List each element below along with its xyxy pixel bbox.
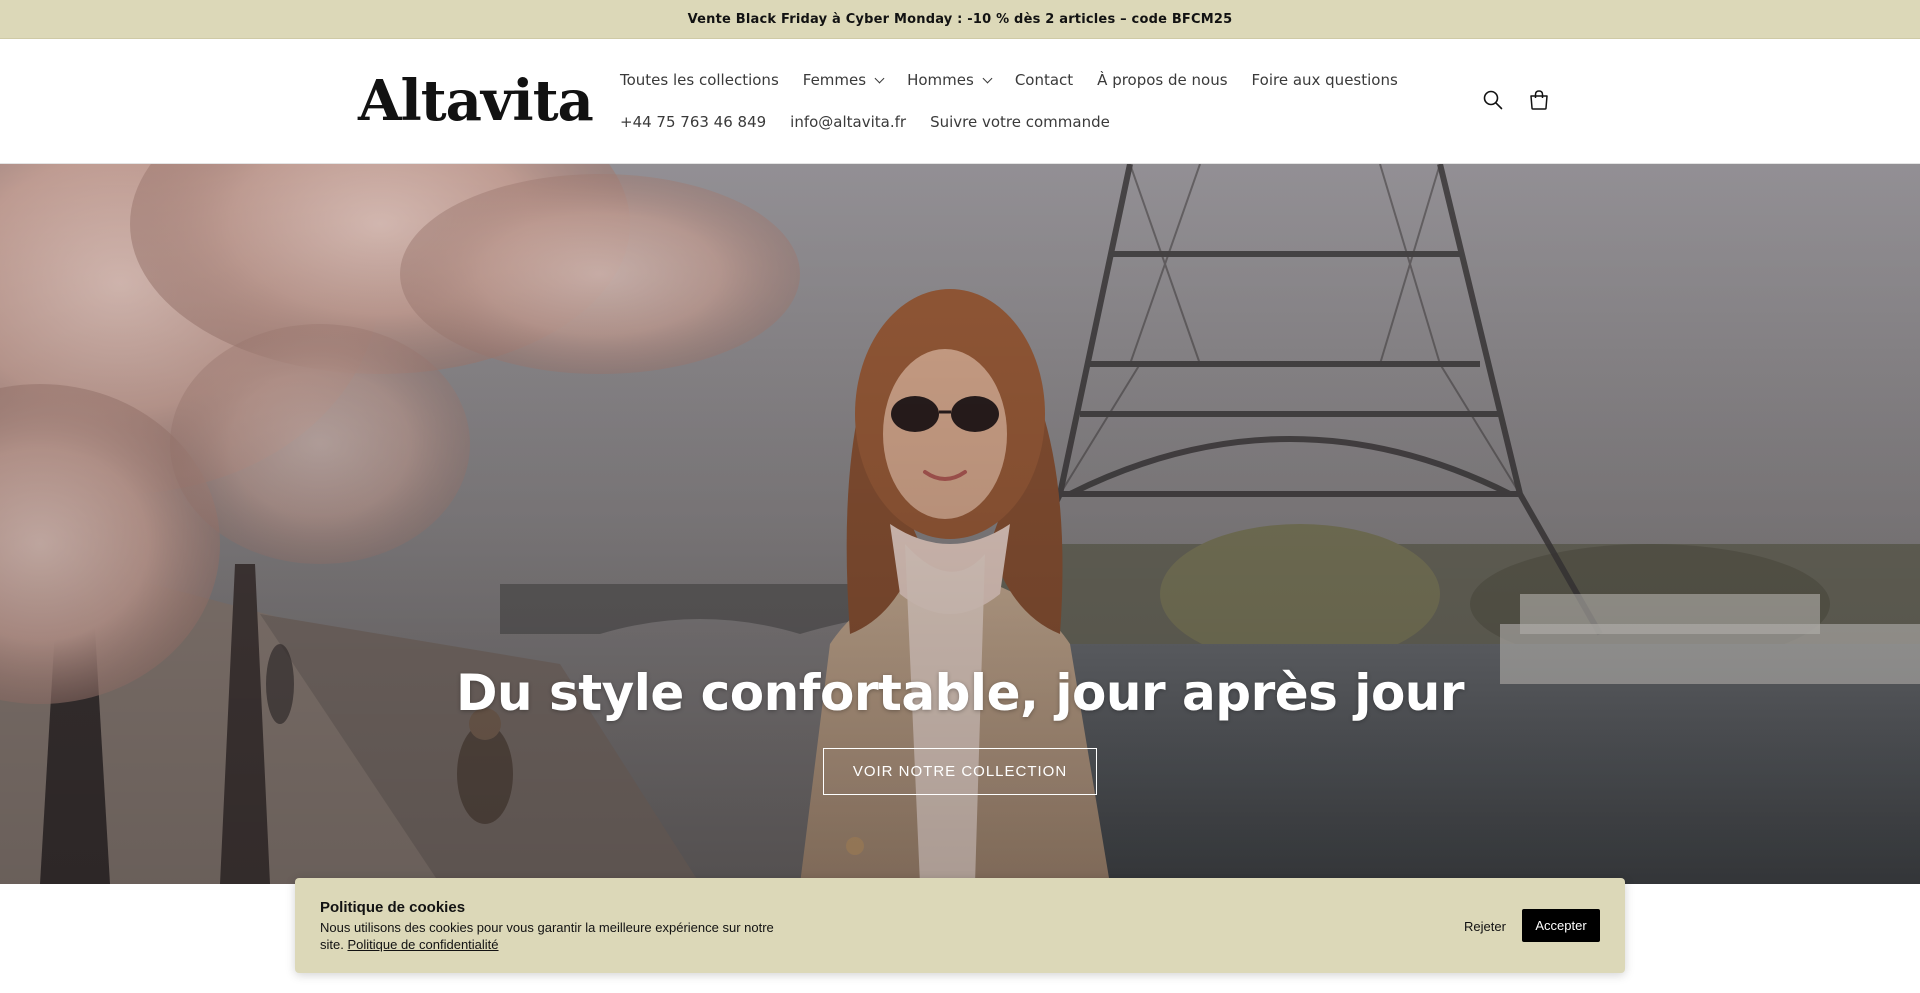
cart-button[interactable] <box>1526 87 1552 113</box>
announcement-text: Vente Black Friday à Cyber Monday : -10 … <box>687 11 1233 27</box>
chevron-down-icon <box>874 73 885 83</box>
nav-item-label: À propos de nous <box>1097 71 1228 89</box>
nav-item-about[interactable]: À propos de nous <box>1085 69 1239 91</box>
site-logo[interactable]: Altavita <box>358 71 594 131</box>
chevron-down-icon <box>982 73 993 83</box>
nav-item-faq[interactable]: Foire aux questions <box>1240 69 1410 91</box>
site-header: Altavita Toutes les collections Femmes H… <box>0 39 1920 164</box>
nav-item-email[interactable]: info@altavita.fr <box>778 111 918 133</box>
nav-item-label: info@altavita.fr <box>790 113 907 131</box>
reject-button[interactable]: Rejeter <box>1445 909 1525 943</box>
header-icons <box>1480 87 1552 113</box>
cookie-title: Politique de cookies <box>320 899 466 916</box>
nav-item-label: Suivre votre commande <box>930 113 1110 131</box>
nav-item-label: Femmes <box>802 71 867 89</box>
hero-banner: Du style confortable, jour après jour VO… <box>0 164 1920 884</box>
nav-item-label: Foire aux questions <box>1251 71 1398 89</box>
nav-item-label: Hommes <box>907 71 974 89</box>
search-icon <box>1483 90 1503 110</box>
accept-button[interactable]: Accepter <box>1522 909 1600 942</box>
hero-title: Du style confortable, jour après jour <box>455 664 1465 722</box>
cart-icon <box>1530 90 1548 110</box>
privacy-policy-link[interactable]: Politique de confidentialité <box>347 937 498 952</box>
nav-item-label: Contact <box>1014 71 1074 89</box>
secondary-nav: +44 75 763 46 849 info@altavita.fr Suivr… <box>608 111 1122 133</box>
cookie-text: Nous utilisons des cookies pour vous gar… <box>320 919 790 953</box>
nav-item-phone[interactable]: +44 75 763 46 849 <box>608 111 778 133</box>
nav-item-hommes[interactable]: Hommes <box>895 69 1003 91</box>
search-button[interactable] <box>1480 87 1506 113</box>
cookie-banner: Politique de cookies Nous utilisons des … <box>295 878 1625 973</box>
nav-item-all-collections[interactable]: Toutes les collections <box>608 69 791 91</box>
view-collection-button[interactable]: VOIR NOTRE COLLECTION <box>823 748 1097 795</box>
nav-item-femmes[interactable]: Femmes <box>791 69 895 91</box>
nav-item-contact[interactable]: Contact <box>1003 69 1085 91</box>
main-nav: Toutes les collections Femmes Hommes Con… <box>608 69 1410 91</box>
nav-item-label: Toutes les collections <box>620 71 779 89</box>
announcement-bar: Vente Black Friday à Cyber Monday : -10 … <box>0 0 1920 39</box>
nav-item-label: +44 75 763 46 849 <box>620 113 767 131</box>
nav-item-track-order[interactable]: Suivre votre commande <box>918 111 1122 133</box>
